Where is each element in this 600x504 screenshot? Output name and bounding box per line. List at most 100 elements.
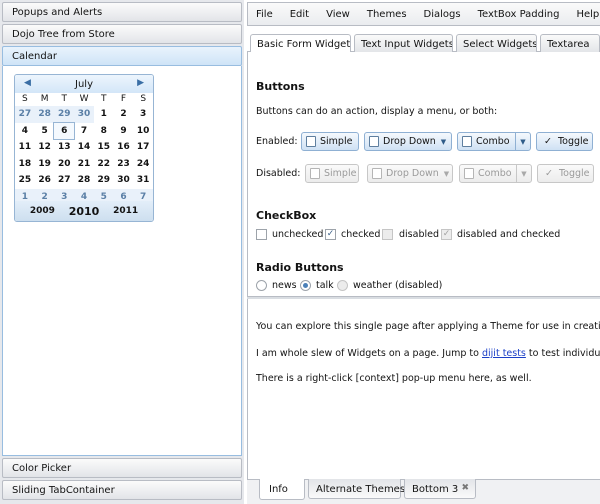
tab-bottom-3[interactable]: Bottom 3 ✖ — [404, 479, 476, 499]
calendar-day[interactable]: 29 — [94, 172, 114, 189]
calendar-day[interactable]: 31 — [133, 172, 153, 189]
tab-select-widgets[interactable]: Select Widgets — [456, 34, 537, 53]
menu-help[interactable]: Help — [576, 9, 599, 20]
calendar-weekdays: S M T W T F S — [15, 93, 153, 106]
enabled-label: Enabled: — [256, 136, 298, 147]
calendar-month[interactable]: July — [15, 79, 153, 90]
calendar-day[interactable]: 14 — [74, 139, 94, 156]
weekday-label: S — [22, 94, 28, 104]
calendar-day[interactable]: 28 — [34, 106, 55, 123]
calendar-day[interactable]: 20 — [54, 156, 74, 173]
combo-chevron-down-icon[interactable]: ▼ — [515, 133, 530, 150]
checkbox-disabled — [382, 229, 393, 240]
checkbox-unchecked-label: unchecked — [272, 229, 324, 240]
calendar-day[interactable]: 10 — [133, 123, 153, 140]
toggle-button-label: Toggle — [557, 136, 589, 147]
calendar-years: 2009 2010 2011 — [15, 201, 153, 221]
radio-heading: Radio Buttons — [256, 261, 344, 274]
tab-textarea[interactable]: Textarea — [540, 34, 600, 53]
calendar-week: 11 12 13 14 15 16 17 — [15, 139, 153, 156]
menu-themes[interactable]: Themes — [367, 9, 407, 20]
calendar-day[interactable]: 27 — [15, 106, 35, 123]
edit-icon — [372, 168, 382, 179]
menu-dialogs[interactable]: Dialogs — [424, 9, 461, 20]
calendar-day[interactable]: 25 — [15, 172, 35, 189]
radio-talk-label: talk — [316, 280, 334, 291]
calendar-day[interactable]: 19 — [35, 156, 55, 173]
calendar-day[interactable]: 18 — [15, 156, 35, 173]
accordion-color-picker-title[interactable]: Color Picker — [2, 458, 242, 478]
radio-weather — [337, 280, 348, 291]
calendar-day[interactable]: 1 — [94, 106, 114, 123]
weekday-label: T — [100, 94, 107, 104]
drop-down-button-disabled-label: Drop Down — [386, 168, 439, 179]
calendar-day[interactable]: 2 — [114, 106, 134, 123]
calendar-day[interactable]: 17 — [133, 139, 153, 156]
calendar-week: 4 5 6 7 8 9 10 — [15, 121, 153, 141]
calendar-day[interactable]: 28 — [74, 172, 94, 189]
close-icon[interactable]: ✖ — [461, 483, 469, 493]
menu-textbox-padding[interactable]: TextBox Padding — [478, 9, 560, 20]
calendar-day[interactable]: 29 — [54, 106, 75, 123]
weekday-label: S — [140, 94, 147, 104]
buttons-description: Buttons can do an action, display a menu… — [256, 106, 498, 117]
calendar-day-selected[interactable]: 6 — [53, 121, 76, 141]
calendar-day[interactable]: 3 — [133, 106, 153, 123]
calendar-day[interactable]: 7 — [74, 123, 94, 140]
calendar-day[interactable]: 24 — [133, 156, 153, 173]
accordion-sliding-title[interactable]: Sliding TabContainer — [2, 480, 242, 500]
calendar-day[interactable]: 8 — [94, 123, 114, 140]
calendar-day[interactable]: 23 — [114, 156, 134, 173]
triangle-right-icon[interactable]: ▶ — [137, 78, 144, 88]
info-paragraph-1: You can explore this single page after a… — [256, 321, 600, 332]
calendar-day[interactable]: 21 — [74, 156, 94, 173]
accordion-popups-title[interactable]: Popups and Alerts — [2, 2, 242, 22]
calendar-year-prev[interactable]: 2009 — [30, 206, 55, 216]
calendar-day[interactable]: 30 — [114, 172, 134, 189]
calendar-day[interactable]: 26 — [35, 172, 55, 189]
tab-basic-form-widgets[interactable]: Basic Form Widgets — [250, 34, 351, 54]
calendar-day[interactable]: 11 — [15, 139, 35, 156]
menu-edit[interactable]: Edit — [290, 9, 309, 20]
checkbox-unchecked[interactable] — [256, 229, 267, 240]
tab-info[interactable]: Info — [259, 479, 305, 500]
chevron-down-icon: ▼ — [443, 169, 450, 178]
calendar-day[interactable]: 4 — [15, 123, 35, 140]
dijit-tests-link[interactable]: dijit tests — [482, 348, 526, 359]
basic-form-pane: Buttons Buttons can do an action, displa… — [247, 52, 600, 296]
calendar-day[interactable]: 15 — [94, 139, 114, 156]
calendar-day[interactable]: 22 — [94, 156, 114, 173]
calendar-day[interactable]: 9 — [114, 123, 134, 140]
document-icon — [306, 136, 316, 147]
tab-text-input-widgets[interactable]: Text Input Widgets — [354, 34, 453, 53]
drop-down-button[interactable]: Drop Down ▼ — [364, 132, 452, 151]
calendar-day[interactable]: 12 — [35, 139, 55, 156]
weekday-label: F — [120, 94, 127, 104]
info-paragraph-2-prefix: I am whole slew of Widgets on a page. Ju… — [256, 348, 482, 359]
radio-news-label: news — [272, 280, 297, 291]
accordion-calendar-title[interactable]: Calendar — [2, 46, 242, 66]
combo-button[interactable]: Combo ▼ — [457, 132, 531, 151]
radio-news[interactable] — [256, 280, 267, 291]
combo-button-disabled-label: Combo — [478, 168, 512, 179]
calendar-day[interactable]: 16 — [114, 139, 134, 156]
calendar-widget: ◀ July ▶ S M T W T F S 27 28 29 30 1 2 3 — [14, 74, 154, 222]
accordion-dojo-tree-title[interactable]: Dojo Tree from Store — [2, 24, 242, 44]
simple-button[interactable]: Simple — [301, 132, 359, 151]
toggle-button[interactable]: ✓ Toggle — [536, 132, 593, 151]
calendar-day[interactable]: 5 — [35, 123, 55, 140]
menu-file[interactable]: File — [256, 9, 273, 20]
menu-view[interactable]: View — [326, 9, 350, 20]
tab-bottom-3-label: Bottom 3 — [412, 484, 459, 495]
calendar-year-next[interactable]: 2011 — [113, 206, 138, 216]
info-paragraph-2: I am whole slew of Widgets on a page. Ju… — [256, 348, 600, 359]
calendar-day[interactable]: 27 — [54, 172, 74, 189]
calendar-day[interactable]: 13 — [54, 139, 74, 156]
calendar-week: 27 28 29 30 1 2 3 — [15, 106, 153, 123]
radio-talk[interactable] — [300, 280, 311, 291]
tab-alternate-themes[interactable]: Alternate Themes — [308, 479, 405, 499]
info-paragraph-2-suffix: to test individual — [528, 348, 600, 359]
save-icon — [462, 136, 472, 147]
checkbox-checked[interactable]: ✓ — [325, 229, 336, 240]
calendar-day[interactable]: 30 — [74, 106, 94, 123]
